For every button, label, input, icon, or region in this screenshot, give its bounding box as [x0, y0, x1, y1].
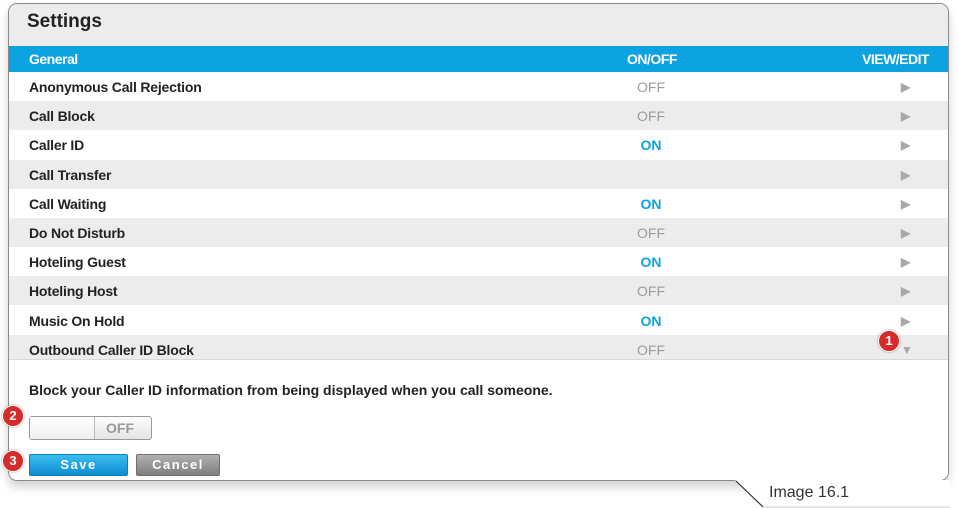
toggle-knob[interactable]	[30, 417, 95, 439]
setting-row[interactable]: Hoteling Host OFF ▶	[9, 276, 948, 306]
play-arrow-icon[interactable]: ▶	[901, 255, 910, 269]
setting-state: OFF	[637, 341, 665, 358]
play-arrow-icon[interactable]: ▶	[901, 226, 910, 240]
setting-label: Music On Hold	[29, 312, 125, 329]
settings-panel: Settings General ON/OFF VIEW/EDIT Anonym…	[8, 3, 949, 481]
callout-badge-2: 2	[2, 405, 24, 427]
image-caption: Image 16.1	[769, 484, 850, 501]
setting-state: OFF	[637, 283, 665, 300]
setting-state: ON	[640, 312, 662, 329]
header-view-edit: VIEW/EDIT	[862, 51, 930, 67]
setting-state: ON	[640, 137, 662, 154]
setting-row[interactable]: Anonymous Call Rejection OFF ▶	[9, 72, 948, 101]
panel-title: Settings	[9, 4, 948, 46]
expanded-detail: Block your Caller ID information from be…	[9, 359, 948, 480]
table-header: General ON/OFF VIEW/EDIT	[9, 46, 948, 72]
setting-label: Call Block	[29, 108, 95, 125]
setting-state: ON	[640, 254, 662, 271]
setting-row[interactable]: Hoteling Guest ON ▶	[9, 247, 948, 276]
save-button[interactable]: Save	[29, 454, 128, 476]
cancel-button[interactable]: Cancel	[136, 454, 220, 476]
setting-label: Caller ID	[29, 137, 84, 154]
play-arrow-icon[interactable]: ▶	[901, 284, 910, 298]
setting-label: Call Waiting	[29, 195, 107, 212]
caller-id-block-toggle[interactable]: OFF	[29, 416, 152, 440]
detail-description: Block your Caller ID information from be…	[29, 382, 553, 398]
setting-state: OFF	[637, 108, 665, 125]
setting-row[interactable]: Call Transfer ▶	[9, 159, 948, 189]
setting-row[interactable]: Music On Hold ON ▶	[9, 306, 948, 335]
setting-row[interactable]: Caller ID ON ▶	[9, 130, 948, 159]
header-on-off: ON/OFF	[627, 51, 677, 67]
callout-badge-1: 1	[878, 330, 900, 352]
play-arrow-icon[interactable]: ▶	[901, 168, 910, 182]
play-arrow-icon[interactable]: ▶	[901, 109, 910, 123]
setting-state: ON	[640, 195, 662, 212]
setting-label: Call Transfer	[29, 166, 112, 183]
setting-row[interactable]: Call Waiting ON ▶	[9, 189, 948, 218]
callout-badge-3: 3	[2, 450, 24, 472]
caret-down-icon[interactable]: ▼	[901, 343, 913, 357]
header-general: General	[29, 51, 78, 67]
setting-row[interactable]: Do Not Disturb OFF ▶	[9, 218, 948, 247]
setting-label: Outbound Caller ID Block	[29, 341, 194, 358]
setting-label: Anonymous Call Rejection	[29, 79, 202, 95]
play-arrow-icon[interactable]: ▶	[901, 80, 910, 94]
setting-state: OFF	[637, 225, 665, 241]
play-arrow-icon[interactable]: ▶	[901, 197, 910, 211]
play-arrow-icon[interactable]: ▶	[901, 138, 910, 152]
setting-label: Hoteling Guest	[29, 254, 126, 271]
setting-state: OFF	[637, 79, 665, 95]
play-arrow-icon[interactable]: ▶	[901, 314, 910, 328]
setting-label: Hoteling Host	[29, 283, 118, 300]
toggle-state-label: OFF	[106, 420, 134, 436]
setting-label: Do Not Disturb	[29, 225, 125, 241]
setting-row[interactable]: Call Block OFF ▶	[9, 101, 948, 131]
